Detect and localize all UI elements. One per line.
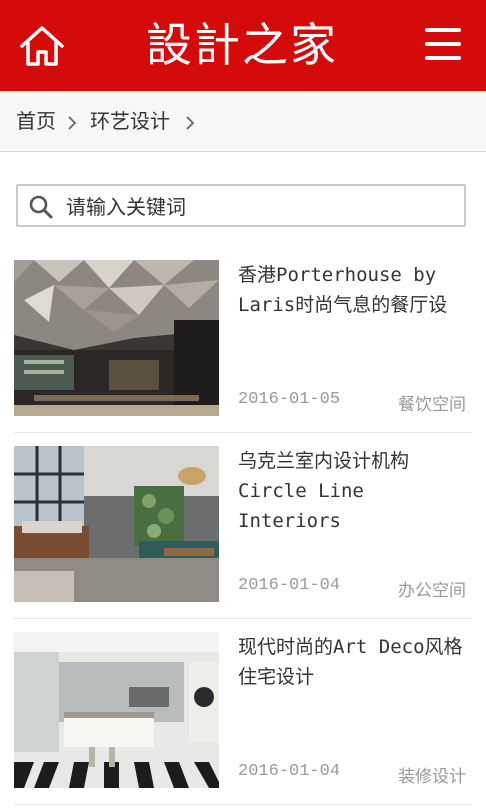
menu-icon[interactable] <box>422 28 464 64</box>
article-thumbnail[interactable] <box>14 260 219 416</box>
search-input[interactable]: 请输入关键词 <box>16 184 466 227</box>
breadcrumb-section-link[interactable]: 环艺设计 <box>90 108 170 134</box>
breadcrumb: 首页 环艺设计 <box>0 91 486 152</box>
site-logo[interactable]: 設計之家 <box>146 14 342 76</box>
article-title[interactable]: 香港Porterhouse by Laris时尚气息的餐厅设 <box>238 260 472 320</box>
article-thumbnail[interactable] <box>14 632 219 788</box>
article-title[interactable]: 乌克兰室内设计机构 Circle Line Interiors <box>238 446 472 536</box>
list-item[interactable]: 现代时尚的Art Deco风格住宅设计 2016-01-04 装修设计 <box>14 632 472 805</box>
home-icon[interactable] <box>18 22 66 70</box>
article-thumbnail[interactable] <box>14 446 219 602</box>
chevron-right-icon <box>186 116 195 130</box>
search-icon[interactable] <box>28 194 54 220</box>
article-category[interactable]: 餐饮空间 <box>398 390 466 415</box>
list-item[interactable]: 乌克兰室内设计机构 Circle Line Interiors 2016-01-… <box>14 446 472 619</box>
search-placeholder: 请输入关键词 <box>66 195 186 219</box>
list-item[interactable]: 香港Porterhouse by Laris时尚气息的餐厅设 2016-01-0… <box>14 260 472 433</box>
article-title[interactable]: 现代时尚的Art Deco风格住宅设计 <box>238 632 472 692</box>
top-header: 設計之家 <box>0 0 486 91</box>
breadcrumb-home-link[interactable]: 首页 <box>16 108 56 134</box>
article-date: 2016-01-05 <box>238 390 341 409</box>
article-date: 2016-01-04 <box>238 576 341 595</box>
article-category[interactable]: 办公空间 <box>398 576 466 601</box>
article-category[interactable]: 装修设计 <box>398 762 466 787</box>
article-date: 2016-01-04 <box>238 762 341 781</box>
chevron-right-icon <box>68 116 77 130</box>
